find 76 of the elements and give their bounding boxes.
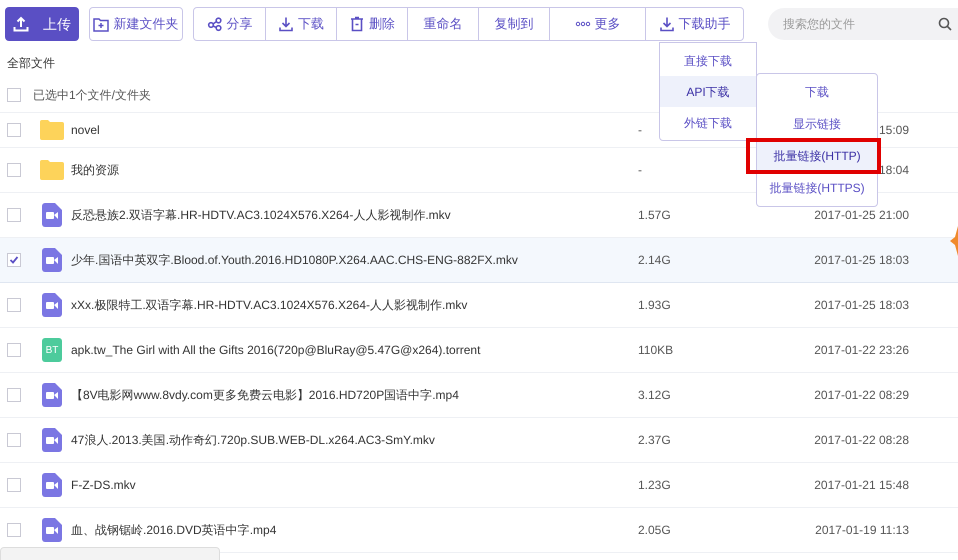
- toolbar-button[interactable]: 删除: [336, 8, 407, 40]
- file-name[interactable]: 少年.国语中英双字.Blood.of.Youth.2016.HD1080P.X264.AAC.CHS-ENG-882FX.mkv: [71, 251, 638, 269]
- file-date: 2017-01-25 18:03: [814, 297, 909, 314]
- share-icon: [206, 16, 222, 32]
- toolbar-button[interactable]: 下载: [265, 8, 336, 40]
- video-file-icon: [42, 383, 62, 407]
- file-name[interactable]: F-Z-DS.mkv: [71, 476, 638, 494]
- file-date: 18:04: [878, 162, 909, 179]
- trash-icon: [349, 16, 365, 32]
- file-date: 2017-01-21 15:48: [814, 477, 909, 494]
- file-size: 110KB: [638, 342, 674, 359]
- menu-item[interactable]: API下载: [660, 76, 756, 107]
- video-file-icon: [42, 518, 62, 542]
- toolbar-button[interactable]: 下载助手: [645, 8, 743, 40]
- checkbox[interactable]: [7, 208, 21, 222]
- download-icon: [658, 16, 674, 32]
- toolbar-button[interactable]: 复制到: [478, 8, 549, 40]
- search-icon[interactable]: [938, 17, 952, 31]
- toolbar-button[interactable]: 重命名: [407, 8, 478, 40]
- video-file-icon: [42, 428, 62, 452]
- file-size: 3.12G: [638, 387, 671, 404]
- checkbox[interactable]: [7, 343, 21, 357]
- video-file-icon: [42, 473, 62, 497]
- video-file-icon: [42, 248, 62, 272]
- file-name[interactable]: 血、战钢锯岭.2016.DVD英语中字.mp4: [71, 521, 638, 539]
- file-date: 2017-01-19 11:13: [815, 522, 909, 539]
- search-input[interactable]: 搜索您的文件: [783, 15, 938, 33]
- checkbox[interactable]: [7, 253, 21, 267]
- checkbox[interactable]: [7, 478, 21, 492]
- checkbox[interactable]: [7, 433, 21, 447]
- video-file-icon: [42, 293, 62, 317]
- upload-icon: [12, 16, 29, 32]
- checkbox[interactable]: [7, 523, 21, 537]
- new-folder-button[interactable]: 新建文件夹: [88, 7, 183, 41]
- file-date: 2017-01-22 23:26: [814, 342, 909, 359]
- toolbar-button[interactable]: 分享: [194, 8, 265, 40]
- file-name[interactable]: xXx.极限特工.双语字幕.HR-HDTV.AC3.1024X576.X264-人人影视制作.mkv: [71, 296, 638, 314]
- file-date: 15:09: [878, 122, 909, 139]
- file-name[interactable]: 反恐悬族2.双语字幕.HR-HDTV.AC3.1024X576.X264-人人影视制作.mkv: [71, 206, 638, 224]
- file-size: -: [638, 162, 642, 179]
- file-date: 2017-01-22 08:29: [814, 387, 909, 404]
- selection-count: 已选中1个文件/文件夹: [33, 87, 152, 104]
- upload-button[interactable]: 上传: [5, 7, 79, 41]
- file-size: 1.23G: [638, 477, 671, 494]
- torrent-file-icon: BT: [42, 338, 62, 362]
- file-size: 2.05G: [638, 522, 671, 539]
- download-icon: [278, 16, 294, 32]
- file-row[interactable]: 少年.国语中英双字.Blood.of.Youth.2016.HD1080P.X264.AAC.CHS-ENG-882FX.mkv 2.14G 2017-01-25 18:03: [0, 238, 958, 283]
- toolbar-button[interactable]: 更多: [549, 8, 645, 40]
- file-date: 2017-01-25 21:00: [814, 207, 909, 224]
- folder-plus-icon: [93, 16, 110, 32]
- search-field[interactable]: 搜索您的文件: [768, 8, 958, 40]
- file-size: -: [638, 122, 642, 139]
- file-name[interactable]: 我的资源: [71, 161, 638, 179]
- checkbox[interactable]: [7, 123, 21, 137]
- folder-icon: [39, 159, 65, 181]
- file-size: 1.93G: [638, 297, 671, 314]
- file-name[interactable]: apk.tw_The Girl with All the Gifts 2016(720p@BluRay@5.47G@x264).torrent: [71, 341, 638, 359]
- menu-item[interactable]: 直接下载: [660, 45, 756, 76]
- file-size: 2.37G: [638, 432, 671, 449]
- file-size: 1.57G: [638, 207, 671, 224]
- menu-item[interactable]: 下载: [757, 76, 877, 108]
- file-name[interactable]: 【8V电影网www.8vdy.com更多免费云电影】2016.HD720P国语中字.mp4: [71, 386, 638, 404]
- breadcrumb[interactable]: 全部文件: [7, 54, 55, 72]
- folder-icon: [39, 119, 65, 141]
- checkbox[interactable]: [7, 88, 21, 102]
- file-date: 2017-01-25 18:03: [814, 252, 909, 269]
- checkbox[interactable]: [7, 298, 21, 312]
- checkbox[interactable]: [7, 163, 21, 177]
- file-name[interactable]: novel: [71, 121, 638, 139]
- more-icon: [574, 21, 590, 27]
- file-name[interactable]: 47浪人.2013.美国.动作奇幻.720p.SUB.WEB-DL.x264.AC3-SmY.mkv: [71, 431, 638, 449]
- checkbox[interactable]: [7, 388, 21, 402]
- file-date: 2017-01-22 08:28: [814, 432, 909, 449]
- file-size: 2.14G: [638, 252, 671, 269]
- video-file-icon: [42, 203, 62, 227]
